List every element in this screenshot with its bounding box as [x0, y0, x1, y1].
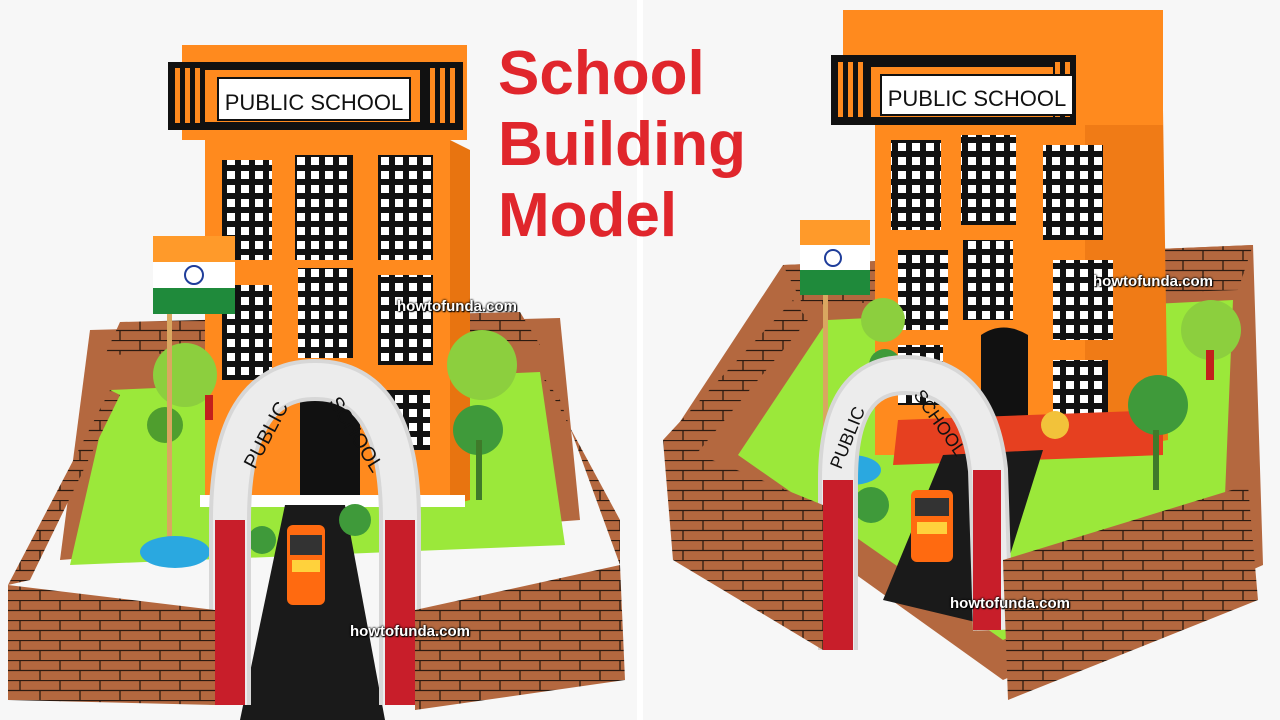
- title-line-1: School: [498, 39, 705, 108]
- toy-bus: [287, 525, 325, 605]
- building-sign-text: PUBLIC SCHOOL: [225, 90, 404, 115]
- watermark-left-top: howtofunda.com: [397, 298, 517, 315]
- thumbnail-image: PUBLIC SCHOOL PUBLIC SCHOOL PUBLIC SCHOO…: [0, 0, 1280, 720]
- watermark-left-bottom: howtofunda.com: [350, 623, 470, 640]
- thumbnail-title: School Building Model: [498, 38, 828, 251]
- toy-bus: [911, 490, 953, 562]
- watermark-right-top: howtofunda.com: [1093, 273, 1213, 290]
- watermark-right-bottom: howtofunda.com: [950, 595, 1070, 612]
- building-sign-text: PUBLIC SCHOOL: [888, 86, 1067, 111]
- title-line-3: Model: [498, 181, 678, 250]
- title-line-2: Building: [498, 110, 746, 179]
